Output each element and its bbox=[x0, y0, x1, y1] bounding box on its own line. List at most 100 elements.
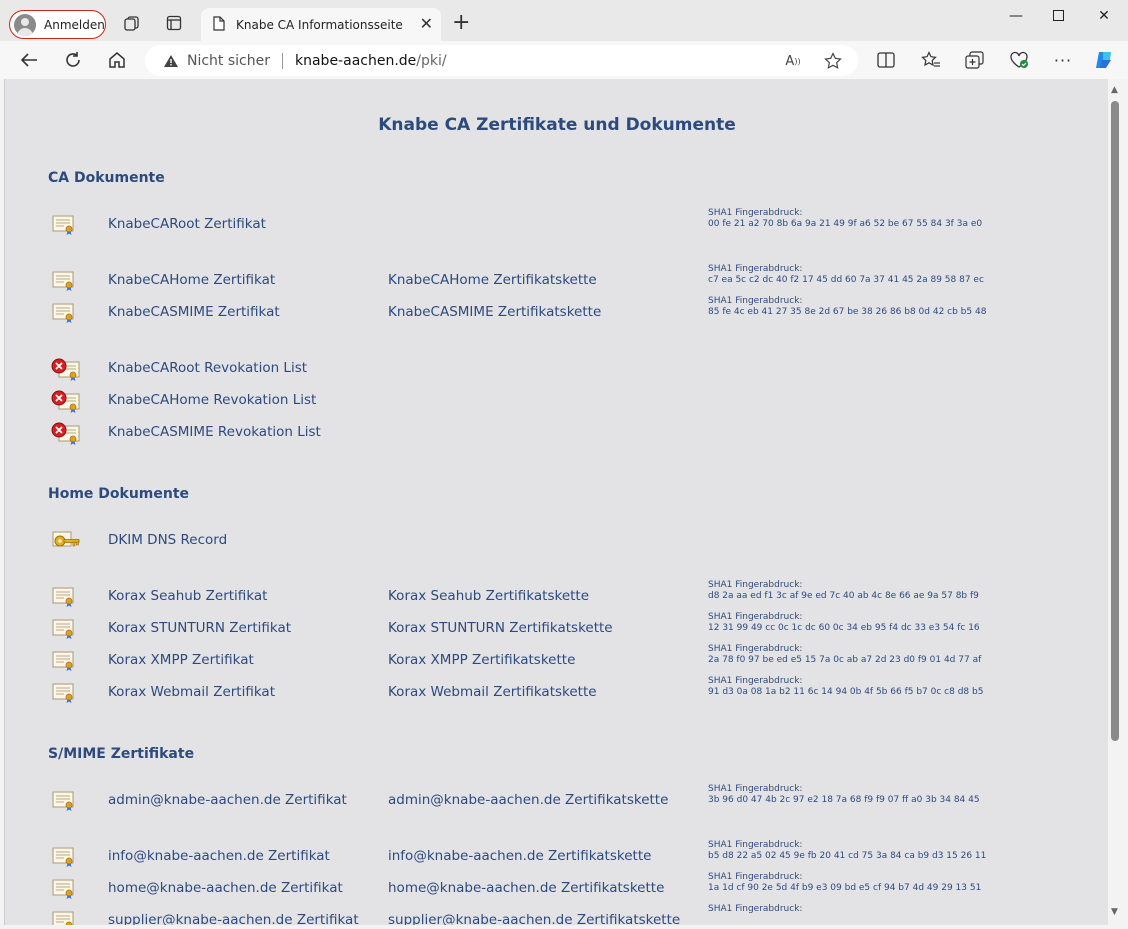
revocation-icon bbox=[51, 390, 81, 418]
certificate-icon bbox=[51, 682, 77, 708]
certificate-icon bbox=[51, 302, 77, 328]
minimize-icon[interactable]: — bbox=[1004, 6, 1028, 26]
fingerprint: SHA1 Fingerabdruck: d8 2a aa ed f1 3c af … bbox=[708, 580, 979, 601]
favorites-icon[interactable] bbox=[920, 50, 942, 70]
certificate-link[interactable]: Korax Seahub Zertifikat bbox=[108, 588, 267, 604]
revocation-link[interactable]: KnabeCASMIME Revokation List bbox=[108, 424, 321, 440]
new-tab-icon[interactable]: + bbox=[452, 12, 470, 34]
chain-link[interactable]: home@knabe-aachen.de Zertifikatskette bbox=[388, 880, 664, 896]
tab-active[interactable]: Knabe CA Informationsseite ✕ bbox=[201, 8, 441, 41]
favorite-star-icon[interactable] bbox=[823, 51, 843, 71]
certificate-link[interactable]: admin@knabe-aachen.de Zertifikat bbox=[108, 792, 347, 808]
url-host: knabe-aachen.de bbox=[295, 52, 417, 69]
toolbar: Nicht sicher knabe-aachen.de/pki/ A)) ··… bbox=[0, 41, 1128, 79]
certificate-icon bbox=[51, 586, 77, 612]
divider bbox=[282, 52, 283, 69]
certificate-link[interactable]: KnabeCARoot Zertifikat bbox=[108, 216, 266, 232]
revocation-icon bbox=[51, 422, 81, 450]
fingerprint: SHA1 Fingerabdruck: 1a 1d cf 90 2e 5d 4f … bbox=[708, 872, 982, 893]
key-icon bbox=[51, 530, 81, 556]
certificate-link[interactable]: Korax XMPP Zertifikat bbox=[108, 652, 254, 668]
back-icon[interactable] bbox=[18, 50, 40, 70]
workspaces-icon[interactable] bbox=[122, 13, 142, 33]
warning-icon[interactable] bbox=[163, 54, 179, 68]
avatar bbox=[14, 13, 36, 36]
revocation-link[interactable]: KnabeCARoot Revokation List bbox=[108, 360, 307, 376]
maximize-icon[interactable] bbox=[1046, 6, 1070, 26]
chain-link[interactable]: Korax XMPP Zertifikatskette bbox=[388, 652, 575, 668]
list-item: supplier@knabe-aachen.de Zertifikat supp… bbox=[5, 904, 1108, 925]
copilot-icon[interactable] bbox=[1093, 50, 1115, 70]
fingerprint: SHA1 Fingerabdruck: 2a 78 f0 97 be ed e5 … bbox=[708, 644, 982, 665]
chain-link[interactable]: Korax STUNTURN Zertifikatskette bbox=[388, 620, 613, 636]
certificate-link[interactable]: home@knabe-aachen.de Zertifikat bbox=[108, 880, 343, 896]
certificate-icon bbox=[51, 846, 77, 872]
address-bar[interactable]: Nicht sicher knabe-aachen.de/pki/ A)) bbox=[145, 45, 858, 76]
profile-label: Anmelden bbox=[44, 17, 105, 32]
list-item: Korax Seahub Zertifikat Korax Seahub Zer… bbox=[5, 580, 1108, 612]
document-icon bbox=[213, 15, 225, 34]
fingerprint: SHA1 Fingerabdruck: bbox=[708, 904, 803, 914]
list-item: KnabeCARoot Revokation List bbox=[5, 358, 1108, 382]
section-title-home: Home Dokumente bbox=[48, 486, 190, 502]
fingerprint: SHA1 Fingerabdruck: 3b 96 d0 47 4b 2c 97 … bbox=[708, 784, 980, 805]
chain-link[interactable]: admin@knabe-aachen.de Zertifikatskette bbox=[388, 792, 668, 808]
fingerprint: SHA1 Fingerabdruck: c7 ea 5c c2 dc 40 f2 … bbox=[708, 264, 984, 285]
fingerprint: SHA1 Fingerabdruck: 91 d3 0a 08 1a b2 11 … bbox=[708, 676, 984, 697]
list-item: KnabeCARoot Zertifikat SHA1 Fingerabdruc… bbox=[5, 208, 1108, 240]
browser-essentials-icon[interactable] bbox=[1008, 50, 1030, 70]
security-label[interactable]: Nicht sicher bbox=[187, 53, 270, 69]
revocation-link[interactable]: KnabeCAHome Revokation List bbox=[108, 392, 316, 408]
certificate-link[interactable]: info@knabe-aachen.de Zertifikat bbox=[108, 848, 330, 864]
fingerprint: SHA1 Fingerabdruck: 85 fe 4c eb 41 27 35 … bbox=[708, 296, 987, 317]
page-content: Knabe CA Zertifikate und Dokumente CA Do… bbox=[4, 79, 1108, 925]
section-title-ca: CA Dokumente bbox=[48, 170, 165, 186]
chain-link[interactable]: supplier@knabe-aachen.de Zertifikatskett… bbox=[388, 912, 680, 925]
scroll-up-icon[interactable]: ▲ bbox=[1111, 85, 1118, 95]
certificate-link[interactable]: KnabeCASMIME Zertifikat bbox=[108, 304, 280, 320]
scroll-down-icon[interactable]: ▼ bbox=[1111, 907, 1118, 917]
certificate-icon bbox=[51, 214, 77, 240]
chain-link[interactable]: KnabeCAHome Zertifikatskette bbox=[388, 272, 597, 288]
certificate-link[interactable]: KnabeCAHome Zertifikat bbox=[108, 272, 275, 288]
url-path: /pki/ bbox=[416, 52, 447, 69]
section-title-smime: S/MIME Zertifikate bbox=[48, 746, 195, 762]
list-item: KnabeCAHome Revokation List bbox=[5, 390, 1108, 414]
list-item: Korax STUNTURN Zertifikat Korax STUNTURN… bbox=[5, 612, 1108, 644]
close-tab-icon[interactable]: ✕ bbox=[420, 16, 433, 32]
more-options-icon[interactable]: ··· bbox=[1052, 50, 1074, 70]
tab-title: Knabe CA Informationsseite bbox=[236, 17, 403, 32]
list-item: DKIM DNS Record bbox=[5, 530, 1108, 554]
scrollbar-thumb[interactable] bbox=[1111, 101, 1119, 741]
chain-link[interactable]: Korax Seahub Zertifikatskette bbox=[388, 588, 589, 604]
dkim-link[interactable]: DKIM DNS Record bbox=[108, 532, 227, 548]
split-screen-icon[interactable] bbox=[875, 50, 897, 70]
chain-link[interactable]: KnabeCASMIME Zertifikatskette bbox=[388, 304, 601, 320]
read-aloud-icon[interactable]: A)) bbox=[783, 51, 803, 71]
scrollbar[interactable]: ▲ ▼ bbox=[1108, 79, 1128, 925]
certificate-link[interactable]: Korax Webmail Zertifikat bbox=[108, 684, 275, 700]
page-title: Knabe CA Zertifikate und Dokumente bbox=[378, 115, 736, 135]
list-item: KnabeCASMIME Revokation List bbox=[5, 422, 1108, 446]
certificate-icon bbox=[51, 618, 77, 644]
list-item: KnabeCAHome Zertifikat KnabeCAHome Zerti… bbox=[5, 264, 1108, 294]
tab-actions-icon[interactable] bbox=[164, 13, 184, 33]
list-item: Korax XMPP Zertifikat Korax XMPP Zertifi… bbox=[5, 644, 1108, 676]
home-icon[interactable] bbox=[106, 50, 128, 70]
certificate-link[interactable]: supplier@knabe-aachen.de Zertifikat bbox=[108, 912, 359, 925]
certificate-link[interactable]: Korax STUNTURN Zertifikat bbox=[108, 620, 291, 636]
close-window-icon[interactable]: ✕ bbox=[1092, 6, 1116, 26]
certificate-icon bbox=[51, 878, 77, 904]
reload-icon[interactable] bbox=[62, 50, 84, 70]
certificate-icon bbox=[51, 650, 77, 676]
list-item: Korax Webmail Zertifikat Korax Webmail Z… bbox=[5, 676, 1108, 708]
profile-button[interactable]: Anmelden bbox=[9, 10, 106, 39]
chain-link[interactable]: Korax Webmail Zertifikatskette bbox=[388, 684, 597, 700]
fingerprint: SHA1 Fingerabdruck: 12 31 99 49 cc 0c 1c … bbox=[708, 612, 980, 633]
revocation-icon bbox=[51, 358, 81, 386]
list-item: admin@knabe-aachen.de Zertifikat admin@k… bbox=[5, 784, 1108, 816]
certificate-icon bbox=[51, 790, 77, 816]
chain-link[interactable]: info@knabe-aachen.de Zertifikatskette bbox=[388, 848, 651, 864]
collections-icon[interactable] bbox=[964, 50, 986, 70]
certificate-icon bbox=[51, 910, 77, 925]
